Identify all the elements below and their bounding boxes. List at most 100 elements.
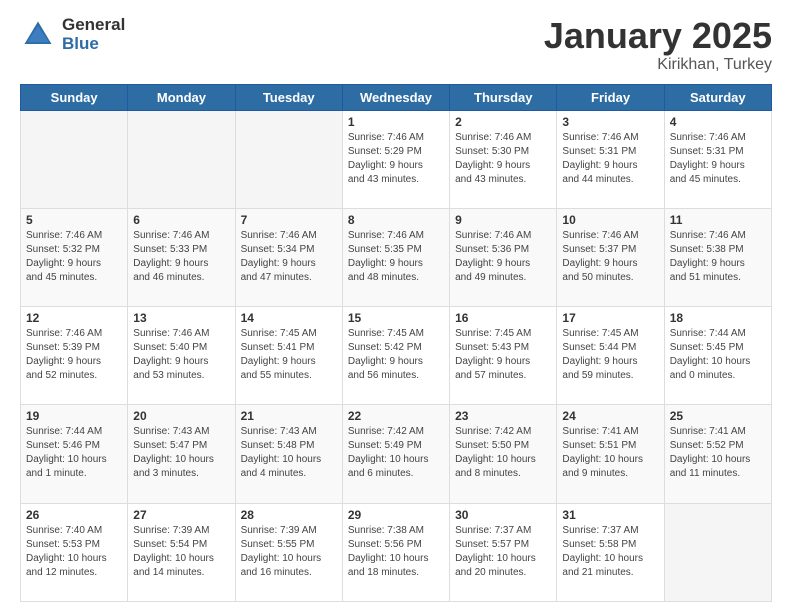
weekday-header: Friday xyxy=(557,84,664,110)
calendar-cell: 11Sunrise: 7:46 AM Sunset: 5:38 PM Dayli… xyxy=(664,208,771,306)
calendar-cell: 23Sunrise: 7:42 AM Sunset: 5:50 PM Dayli… xyxy=(450,405,557,503)
day-info: Sunrise: 7:45 AM Sunset: 5:43 PM Dayligh… xyxy=(455,327,551,383)
day-info: Sunrise: 7:46 AM Sunset: 5:37 PM Dayligh… xyxy=(562,229,658,285)
day-info: Sunrise: 7:46 AM Sunset: 5:31 PM Dayligh… xyxy=(562,131,658,187)
day-number: 7 xyxy=(241,213,337,227)
calendar-cell: 22 Sunrise: 7:42 AM Sunset: 5:49 PM Dayli… xyxy=(342,405,449,503)
calendar-cell: 16 Sunrise: 7:45 AM Sunset: 5:43 PM Dayli… xyxy=(450,307,557,405)
weekday-header: Tuesday xyxy=(235,84,342,110)
day-number: 20 xyxy=(133,409,229,423)
day-number: 15 xyxy=(348,311,444,325)
calendar-cell xyxy=(21,110,128,208)
day-info: Sunrise: 7:46 AM Sunset: 5:38 PM Dayligh… xyxy=(670,229,766,285)
calendar-cell: 28 Sunrise: 7:39 AM Sunset: 5:55 PM Dayli… xyxy=(235,503,342,601)
day-number: 29 xyxy=(348,508,444,522)
day-number: 17 xyxy=(562,311,658,325)
day-info: Sunrise: 7:39 AM Sunset: 5:55 PM Dayligh… xyxy=(241,524,337,580)
day-info: Sunrise: 7:41 AM Sunset: 5:51 PM Dayligh… xyxy=(562,425,658,481)
weekday-header: Monday xyxy=(128,84,235,110)
day-info: Sunrise: 7:42 AM Sunset: 5:50 PM Dayligh… xyxy=(455,425,551,481)
calendar-cell: 9 Sunrise: 7:46 AM Sunset: 5:36 PM Daylig… xyxy=(450,208,557,306)
day-number: 19 xyxy=(26,409,122,423)
title-location: Kirikhan, Turkey xyxy=(544,56,772,74)
day-info: Sunrise: 7:42 AM Sunset: 5:49 PM Dayligh… xyxy=(348,425,444,481)
calendar-cell: 8 Sunrise: 7:46 AM Sunset: 5:35 PM Daylig… xyxy=(342,208,449,306)
weekday-header: Saturday xyxy=(664,84,771,110)
calendar-cell: 18 Sunrise: 7:44 AM Sunset: 5:45 PM Dayli… xyxy=(664,307,771,405)
calendar-week-row: 5 Sunrise: 7:46 AM Sunset: 5:32 PM Daylig… xyxy=(21,208,772,306)
day-number: 5 xyxy=(26,213,122,227)
day-number: 6 xyxy=(133,213,229,227)
calendar-cell: 4 Sunrise: 7:46 AM Sunset: 5:31 PM Daylig… xyxy=(664,110,771,208)
day-info: Sunrise: 7:45 AM Sunset: 5:42 PM Dayligh… xyxy=(348,327,444,383)
day-number: 8 xyxy=(348,213,444,227)
calendar-cell xyxy=(664,503,771,601)
calendar-cell: 20 Sunrise: 7:43 AM Sunset: 5:47 PM Dayli… xyxy=(128,405,235,503)
day-number: 3 xyxy=(562,115,658,129)
day-number: 16 xyxy=(455,311,551,325)
calendar-cell: 21 Sunrise: 7:43 AM Sunset: 5:48 PM Dayli… xyxy=(235,405,342,503)
day-number: 27 xyxy=(133,508,229,522)
day-number: 2 xyxy=(455,115,551,129)
day-info: Sunrise: 7:41 AM Sunset: 5:52 PM Dayligh… xyxy=(670,425,766,481)
calendar-cell: 30 Sunrise: 7:37 AM Sunset: 5:57 PM Dayli… xyxy=(450,503,557,601)
day-info: Sunrise: 7:46 AM Sunset: 5:35 PM Dayligh… xyxy=(348,229,444,285)
calendar-cell xyxy=(128,110,235,208)
calendar-cell xyxy=(235,110,342,208)
calendar-cell: 19 Sunrise: 7:44 AM Sunset: 5:46 PM Dayli… xyxy=(21,405,128,503)
calendar-cell: 5 Sunrise: 7:46 AM Sunset: 5:32 PM Daylig… xyxy=(21,208,128,306)
day-info: Sunrise: 7:37 AM Sunset: 5:57 PM Dayligh… xyxy=(455,524,551,580)
day-info: Sunrise: 7:46 AM Sunset: 5:36 PM Dayligh… xyxy=(455,229,551,285)
day-info: Sunrise: 7:45 AM Sunset: 5:41 PM Dayligh… xyxy=(241,327,337,383)
day-info: Sunrise: 7:46 AM Sunset: 5:31 PM Dayligh… xyxy=(670,131,766,187)
day-number: 30 xyxy=(455,508,551,522)
calendar-cell: 26 Sunrise: 7:40 AM Sunset: 5:53 PM Dayli… xyxy=(21,503,128,601)
day-info: Sunrise: 7:43 AM Sunset: 5:47 PM Dayligh… xyxy=(133,425,229,481)
day-info: Sunrise: 7:44 AM Sunset: 5:46 PM Dayligh… xyxy=(26,425,122,481)
day-info: Sunrise: 7:46 AM Sunset: 5:32 PM Dayligh… xyxy=(26,229,122,285)
day-number: 18 xyxy=(670,311,766,325)
day-number: 26 xyxy=(26,508,122,522)
day-info: Sunrise: 7:45 AM Sunset: 5:44 PM Dayligh… xyxy=(562,327,658,383)
title-block: January 2025 Kirikhan, Turkey xyxy=(544,16,772,74)
day-info: Sunrise: 7:46 AM Sunset: 5:34 PM Dayligh… xyxy=(241,229,337,285)
day-info: Sunrise: 7:44 AM Sunset: 5:45 PM Dayligh… xyxy=(670,327,766,383)
day-number: 24 xyxy=(562,409,658,423)
day-number: 22 xyxy=(348,409,444,423)
calendar-header-row: SundayMondayTuesdayWednesdayThursdayFrid… xyxy=(21,84,772,110)
weekday-header: Thursday xyxy=(450,84,557,110)
calendar-cell: 24 Sunrise: 7:41 AM Sunset: 5:51 PM Dayli… xyxy=(557,405,664,503)
day-number: 4 xyxy=(670,115,766,129)
calendar-cell: 2Sunrise: 7:46 AM Sunset: 5:30 PM Daylig… xyxy=(450,110,557,208)
day-number: 1 xyxy=(348,115,444,129)
logo: General Blue xyxy=(20,16,125,53)
title-month: January 2025 xyxy=(544,16,772,56)
day-info: Sunrise: 7:46 AM Sunset: 5:39 PM Dayligh… xyxy=(26,327,122,383)
calendar-cell: 3 Sunrise: 7:46 AM Sunset: 5:31 PM Daylig… xyxy=(557,110,664,208)
calendar-cell: 15 Sunrise: 7:45 AM Sunset: 5:42 PM Dayli… xyxy=(342,307,449,405)
day-number: 28 xyxy=(241,508,337,522)
calendar-cell: 13Sunrise: 7:46 AM Sunset: 5:40 PM Dayli… xyxy=(128,307,235,405)
calendar-cell: 27Sunrise: 7:39 AM Sunset: 5:54 PM Dayli… xyxy=(128,503,235,601)
calendar-week-row: 1Sunrise: 7:46 AM Sunset: 5:29 PM Daylig… xyxy=(21,110,772,208)
day-number: 31 xyxy=(562,508,658,522)
calendar-cell: 6Sunrise: 7:46 AM Sunset: 5:33 PM Daylig… xyxy=(128,208,235,306)
weekday-header: Wednesday xyxy=(342,84,449,110)
logo-icon xyxy=(20,17,56,53)
calendar-cell: 17 Sunrise: 7:45 AM Sunset: 5:44 PM Dayli… xyxy=(557,307,664,405)
day-info: Sunrise: 7:40 AM Sunset: 5:53 PM Dayligh… xyxy=(26,524,122,580)
day-number: 21 xyxy=(241,409,337,423)
calendar-cell: 1Sunrise: 7:46 AM Sunset: 5:29 PM Daylig… xyxy=(342,110,449,208)
calendar-cell: 29 Sunrise: 7:38 AM Sunset: 5:56 PM Dayli… xyxy=(342,503,449,601)
calendar-week-row: 26 Sunrise: 7:40 AM Sunset: 5:53 PM Dayli… xyxy=(21,503,772,601)
header: General Blue January 2025 Kirikhan, Turk… xyxy=(20,16,772,74)
day-number: 25 xyxy=(670,409,766,423)
logo-general: General xyxy=(62,16,125,35)
day-number: 9 xyxy=(455,213,551,227)
calendar-cell: 14Sunrise: 7:45 AM Sunset: 5:41 PM Dayli… xyxy=(235,307,342,405)
calendar-week-row: 12Sunrise: 7:46 AM Sunset: 5:39 PM Dayli… xyxy=(21,307,772,405)
day-info: Sunrise: 7:43 AM Sunset: 5:48 PM Dayligh… xyxy=(241,425,337,481)
weekday-header: Sunday xyxy=(21,84,128,110)
day-info: Sunrise: 7:38 AM Sunset: 5:56 PM Dayligh… xyxy=(348,524,444,580)
logo-text: General Blue xyxy=(62,16,125,53)
